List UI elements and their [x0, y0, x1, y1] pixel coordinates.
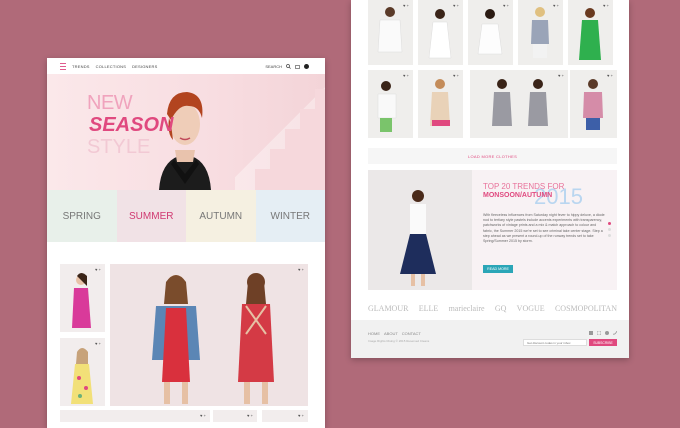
product-card[interactable]: ♥ +	[518, 0, 563, 65]
model-printed-dress-image	[430, 79, 450, 126]
tab-label: AUTUMN	[199, 210, 243, 222]
catalog-mockup: ♥ + ♥ + ♥ + ♥ + ♥ + ♥ + ♥ + ♥ + ♥ + LOAD…	[351, 0, 629, 358]
carousel-dot[interactable]	[608, 228, 611, 231]
logo-gq: GQ	[494, 303, 507, 313]
product-card[interactable]: ♥ +	[568, 0, 613, 65]
tab-label: SUMMER	[129, 210, 174, 222]
facebook-icon[interactable]	[589, 331, 593, 335]
twitter-icon[interactable]	[613, 331, 617, 335]
tab-spring[interactable]: SPRING	[47, 190, 117, 242]
product-card[interactable]: ♥ +	[418, 70, 463, 138]
product-card[interactable]: ♥ +	[213, 410, 257, 422]
promo-image	[368, 170, 472, 290]
user-avatar[interactable]	[304, 63, 309, 69]
cart-icon[interactable]	[295, 64, 300, 69]
social-links	[589, 331, 617, 335]
product-card[interactable]: ♥ +	[570, 70, 617, 138]
footer-link-about[interactable]: ABOUT	[384, 331, 398, 336]
hero-title-new: NEW	[87, 92, 133, 114]
load-more-button[interactable]: LOAD MORE CLOTHES	[368, 148, 617, 164]
search-icon[interactable]	[286, 63, 291, 69]
model-floral-dress-image	[71, 348, 93, 404]
homepage-mockup: TRENDS COLLECTIONS DESIGNERS SEARCH NEW …	[47, 58, 325, 428]
footer: HOME ABOUT CONTACT Image Rights Rising ©…	[351, 320, 629, 358]
read-more-button[interactable]: READ MORE	[483, 265, 513, 273]
pinterest-icon[interactable]	[605, 331, 609, 335]
carousel-dot[interactable]	[608, 222, 611, 225]
product-card[interactable]: ♥ +	[262, 410, 308, 422]
product-card-wide[interactable]: ♥ +	[470, 70, 568, 138]
model-grey-dress-front-back-image	[492, 79, 548, 126]
promo-subtitle: MONSOON/AUTUMN	[483, 192, 553, 199]
footer-link-home[interactable]: HOME	[368, 331, 380, 336]
model-pink-dress-image	[72, 273, 91, 328]
model-green-dress-image	[579, 8, 601, 60]
product-card[interactable]: ♥ +	[468, 0, 513, 65]
hero-title-style: STYLE	[87, 136, 151, 158]
product-card[interactable]: ♥ +	[60, 410, 210, 422]
carousel-dots	[608, 222, 611, 237]
tab-label: SPRING	[62, 210, 101, 222]
model-white-blouse-image	[377, 81, 397, 132]
wishlist-add-icons[interactable]: ♥ +	[247, 413, 253, 418]
product-card[interactable]: ♥ +	[60, 338, 105, 406]
wishlist-add-icons[interactable]: ♥ +	[298, 413, 304, 418]
tab-winter[interactable]: WINTER	[255, 190, 325, 242]
nav-link-designers[interactable]: DESIGNERS	[132, 64, 157, 69]
logo-cosmopolitan: COSMOPOLITAN	[554, 303, 617, 313]
logo-glamour: GLAMOUR	[368, 303, 409, 313]
carousel-dot[interactable]	[608, 234, 611, 237]
model-plaid-shirt-image	[583, 79, 603, 130]
tab-autumn[interactable]: AUTUMN	[186, 190, 256, 242]
model-white-dress-image	[428, 9, 452, 59]
hero-title-season: SEASON	[89, 114, 174, 136]
staircase-backdrop	[235, 74, 325, 190]
logo-elle: ELLE	[418, 303, 439, 313]
product-card[interactable]: ♥ +	[60, 264, 105, 332]
tab-label: WINTER	[270, 210, 310, 222]
product-card[interactable]: ♥ +	[368, 70, 413, 138]
promo-body-text: With fleeceless influences from Saturday…	[483, 213, 605, 244]
copyright-text: Image Rights Rising © 2015 Reserved Clea…	[368, 339, 430, 343]
press-logos: GLAMOUR ELLE marieclaire GQ VOGUE COSMOP…	[368, 300, 617, 316]
model-white-top-image	[377, 7, 403, 53]
product-card[interactable]: ♥ +	[368, 0, 413, 65]
logo-marieclaire: marieclaire	[448, 303, 485, 313]
model-denim-vest-romper-image	[152, 273, 274, 404]
nav-link-trends[interactable]: TRENDS	[72, 64, 90, 69]
nav-link-collections[interactable]: COLLECTIONS	[96, 64, 126, 69]
wishlist-add-icons[interactable]: ♥ +	[200, 413, 206, 418]
hero-banner: NEW SEASON STYLE	[47, 74, 325, 190]
top-nav: TRENDS COLLECTIONS DESIGNERS SEARCH	[47, 58, 325, 74]
product-card[interactable]: ♥ +	[418, 0, 463, 65]
model-navy-skirt-image	[400, 190, 436, 286]
search-label[interactable]: SEARCH	[265, 64, 282, 69]
trend-promo-block: 2015 TOP 20 TRENDS FOR MONSOON/AUTUMN Wi…	[368, 170, 617, 290]
menu-icon[interactable]	[60, 62, 66, 70]
model-white-lace-dress-image	[477, 9, 503, 55]
subscribe-button[interactable]: SUBSCRIBE	[589, 339, 617, 346]
promo-title: TOP 20 TRENDS FOR	[483, 182, 565, 191]
product-card-featured[interactable]: ♥ +	[110, 264, 308, 406]
newsletter-email-input[interactable]	[523, 339, 587, 346]
instagram-icon[interactable]	[597, 331, 601, 335]
logo-vogue: VOGUE	[516, 303, 545, 313]
season-tabs: SPRING SUMMER AUTUMN WINTER	[47, 190, 325, 242]
footer-link-contact[interactable]: CONTACT	[402, 331, 421, 336]
tab-summer[interactable]: SUMMER	[116, 190, 186, 242]
model-gingham-top-image	[531, 7, 549, 58]
